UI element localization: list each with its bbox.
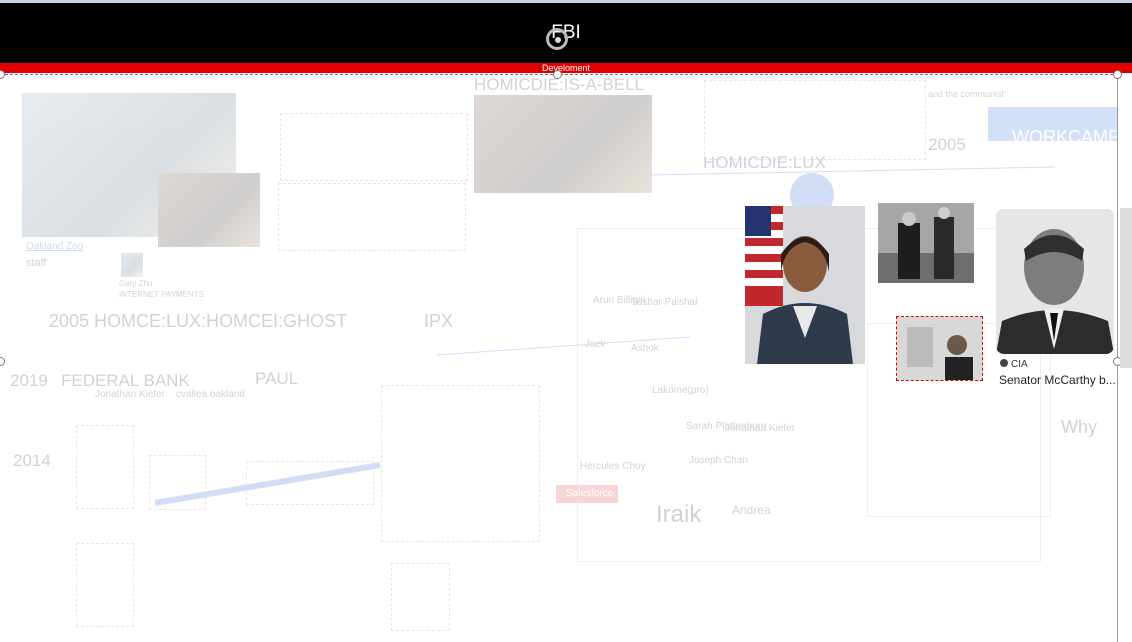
rotate-handle-icon[interactable] [546,28,568,50]
card-caption[interactable]: Senator McCarthy b... [999,373,1116,387]
connector-line [154,462,381,506]
source-icon [1000,359,1008,367]
resize-handle[interactable] [553,70,562,79]
image-card[interactable]: CIA Senator McCarthy b... [996,209,1116,389]
portrait-photo[interactable] [745,206,865,364]
connector-line [651,166,1056,176]
banner-sublabel: Develoment [541,63,591,73]
historic-photo[interactable] [878,203,974,283]
card-photo[interactable] [996,209,1114,354]
connector-line [436,336,691,356]
card-source: CIA [1000,359,1028,370]
selected-photo[interactable] [896,316,983,381]
offscreen-element[interactable] [1120,208,1132,368]
resize-handle[interactable] [1113,70,1122,79]
canvas-root: HOMICDIE:IS-A-BELL HOMICDIE:LUX 2005 and… [0,0,1132,642]
